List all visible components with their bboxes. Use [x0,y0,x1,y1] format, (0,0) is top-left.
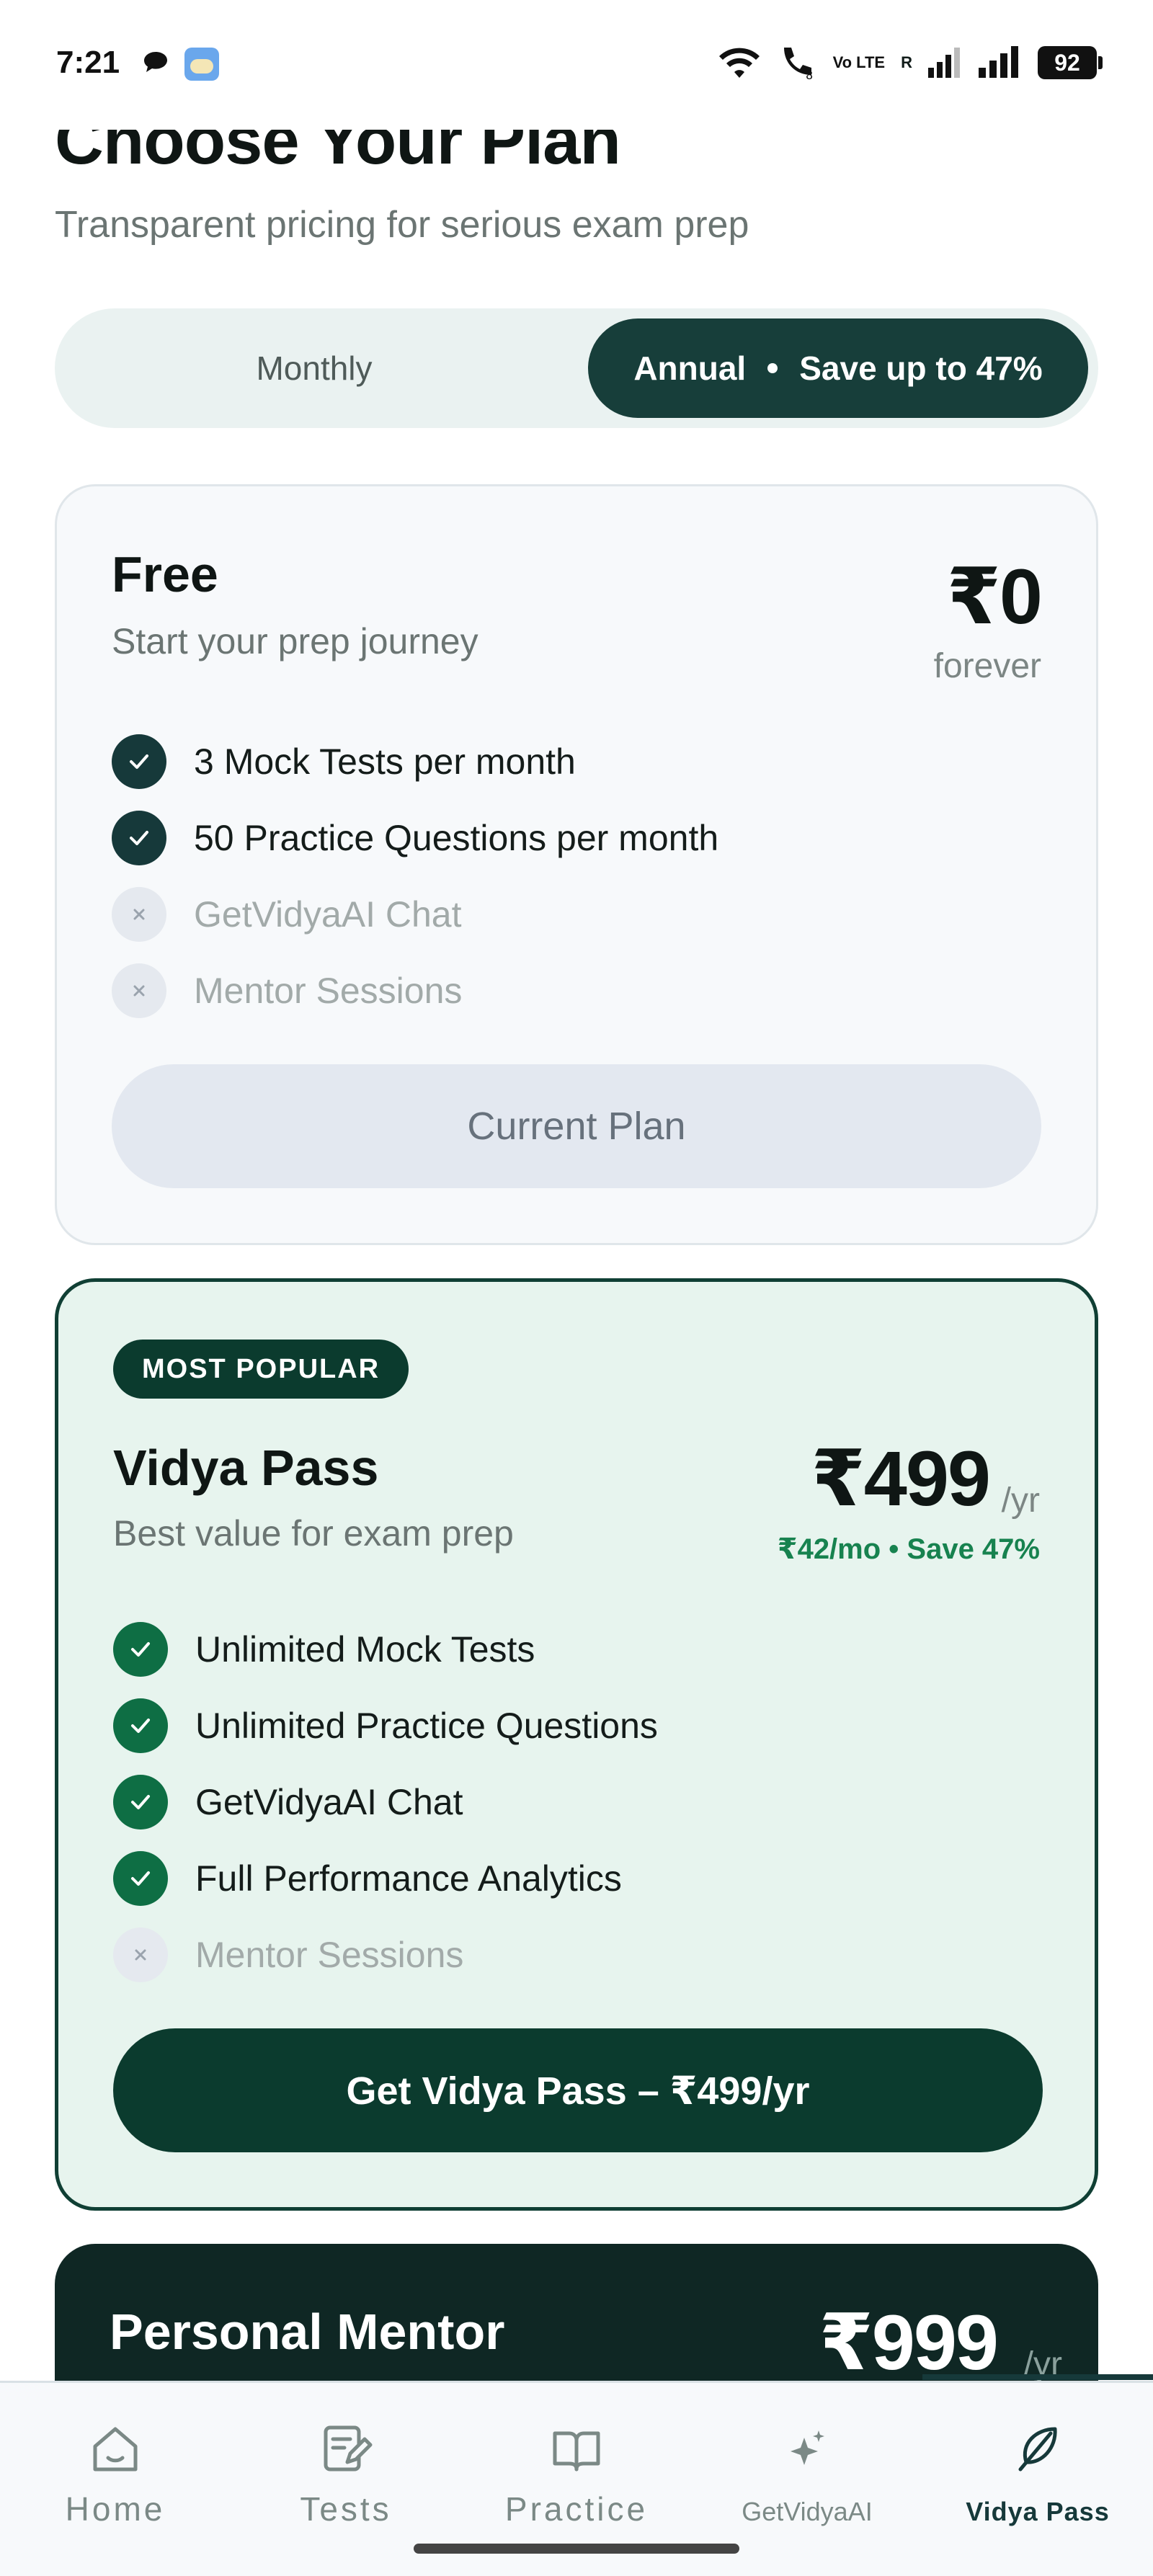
nav-item-home[interactable]: Home [7,2422,223,2528]
feature-label: GetVidyaAI Chat [195,1782,463,1822]
toggle-annual-savings: Save up to 47% [799,349,1043,387]
nav-label: GetVidyaAI [742,2497,873,2526]
feature-label: 50 Practice Questions per month [194,818,719,858]
check-icon [112,811,166,865]
plan-description: Best value for exam prep [113,1513,514,1554]
toggle-annual-label: Annual [633,349,747,387]
home-icon [93,2427,138,2472]
book-icon [553,2431,600,2472]
feature-item: GetVidyaAI Chat [112,886,462,943]
current-plan-button[interactable]: Current Plan [112,1064,1041,1188]
weather-icon [184,48,219,81]
billing-period-toggle: Monthly Annual Save up to 47% [55,308,1098,428]
check-icon [112,734,166,789]
plan-description: Start your prep journey [112,621,478,661]
feature-label: 3 Mock Tests per month [194,741,576,782]
check-icon [113,1622,168,1677]
nav-label: Vidya Pass [966,2497,1110,2526]
feature-label: Mentor Sessions [194,971,463,1011]
most-popular-badge: MOST POPULAR [113,1340,409,1399]
cross-icon [113,1927,168,1982]
check-icon [113,1698,168,1753]
cross-icon [112,887,166,942]
check-icon [113,1775,168,1830]
feature-item: Unlimited Practice Questions [113,1697,658,1755]
feature-label: Mentor Sessions [195,1935,464,1975]
active-tab-indicator [922,2374,1153,2380]
feature-item: Unlimited Mock Tests [113,1621,535,1678]
wifi-icon [718,48,760,78]
page-subtitle: Transparent pricing for serious exam pre… [55,204,749,246]
plan-period: /yr [1001,1481,1040,1520]
status-bar: 7:21 8 Vo LTE R 92 [0,0,1153,130]
feature-label: Unlimited Mock Tests [195,1629,535,1670]
feather-icon [1018,2427,1057,2472]
feature-label: Unlimited Practice Questions [195,1706,658,1746]
plan-name: Personal Mentor [110,2304,505,2360]
plan-name: Vidya Pass [113,1440,379,1496]
plan-name: Free [112,546,218,602]
feature-item: Mentor Sessions [112,962,462,1020]
plan-price: ₹0 [946,553,1043,640]
call-icon: 8 [783,48,813,81]
plan-card-free: Free Start your prep journey ₹0 forever … [55,484,1098,1245]
toggle-monthly[interactable]: Monthly [55,308,574,428]
feature-item: 50 Practice Questions per month [112,809,718,867]
svg-text:8: 8 [806,68,813,81]
plan-price: ₹499 [811,1435,991,1522]
gesture-home-bar[interactable] [414,2544,739,2554]
feature-item: 3 Mock Tests per month [112,733,576,790]
signal-icon [928,48,960,78]
status-time: 7:21 [56,45,120,80]
nav-item-getvidyaai[interactable]: GetVidyaAI [699,2422,915,2527]
check-icon [113,1851,168,1906]
plan-card-vidya-pass: MOST POPULAR Vidya Pass Best value for e… [55,1278,1098,2211]
separator-dot [767,363,778,373]
savings-text: ₹42/mo • Save 47% [777,1533,1040,1565]
roaming-label: R [901,53,912,71]
feature-item: GetVidyaAI Chat [113,1773,463,1831]
battery-indicator: 92 [1038,46,1103,79]
sparkle-icon [791,2430,824,2465]
chat-bubble-icon [144,52,167,72]
toggle-annual[interactable]: Annual Save up to 47% [588,318,1088,418]
feature-label: Full Performance Analytics [195,1858,622,1899]
cross-icon [112,963,166,1018]
nav-item-practice[interactable]: Practice [468,2422,685,2528]
tests-icon [324,2425,373,2472]
feature-label: GetVidyaAI Chat [194,894,462,935]
signal-icon [979,46,1018,78]
nav-label: Practice [504,2490,649,2528]
feature-item: Mentor Sessions [113,1926,463,1984]
plan-period: forever [933,647,1041,685]
nav-item-vidya-pass[interactable]: Vidya Pass [930,2422,1146,2527]
nav-label: Home [65,2490,166,2528]
feature-item: Full Performance Analytics [113,1850,622,1907]
volte-indicator: Vo LTE [832,53,886,71]
get-vidya-pass-button[interactable]: Get Vidya Pass – ₹499/yr [113,2028,1043,2152]
nav-item-tests[interactable]: Tests [238,2422,454,2528]
nav-label: Tests [300,2490,392,2528]
